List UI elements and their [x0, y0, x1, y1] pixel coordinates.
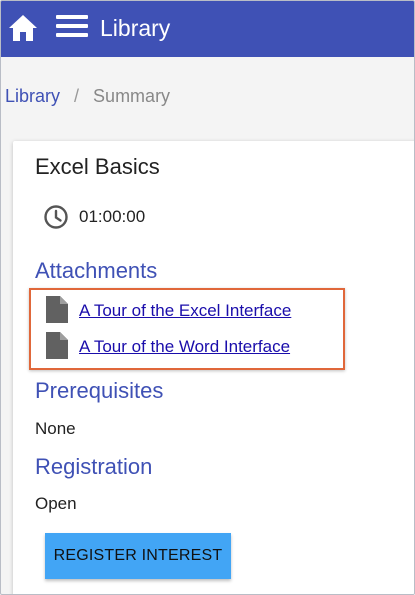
file-icon	[46, 332, 68, 359]
prerequisites-value: None	[35, 419, 76, 438]
file-icon	[46, 296, 68, 323]
course-duration: 01:00:00	[79, 207, 146, 226]
hamburger-menu-button[interactable]	[56, 15, 90, 43]
course-title: Excel Basics	[35, 154, 160, 179]
app-frame: Library Library / Summary Excel Basics 01:…	[0, 0, 415, 595]
home-icon	[9, 15, 37, 41]
register-interest-button[interactable]: REGISTER INTEREST	[45, 533, 231, 579]
breadcrumb-current: Summary	[93, 86, 171, 106]
breadcrumb-library-link[interactable]: Library	[5, 86, 60, 106]
attachment-link-excel[interactable]: A Tour of the Excel Interface	[79, 300, 291, 322]
breadcrumb: Library / Summary	[5, 84, 170, 108]
breadcrumb-separator: /	[74, 86, 80, 106]
hamburger-menu-icon	[56, 15, 88, 19]
app-title: Library	[100, 15, 171, 41]
registration-heading: Registration	[35, 454, 153, 479]
registration-value: Open	[35, 494, 77, 513]
attachment-link-word[interactable]: A Tour of the Word Interface	[79, 336, 290, 358]
top-app-bar: Library	[1, 1, 414, 57]
prerequisites-heading: Prerequisites	[35, 378, 164, 403]
attachments-heading: Attachments	[35, 258, 158, 283]
clock-icon	[44, 205, 68, 229]
home-button[interactable]	[7, 12, 39, 44]
